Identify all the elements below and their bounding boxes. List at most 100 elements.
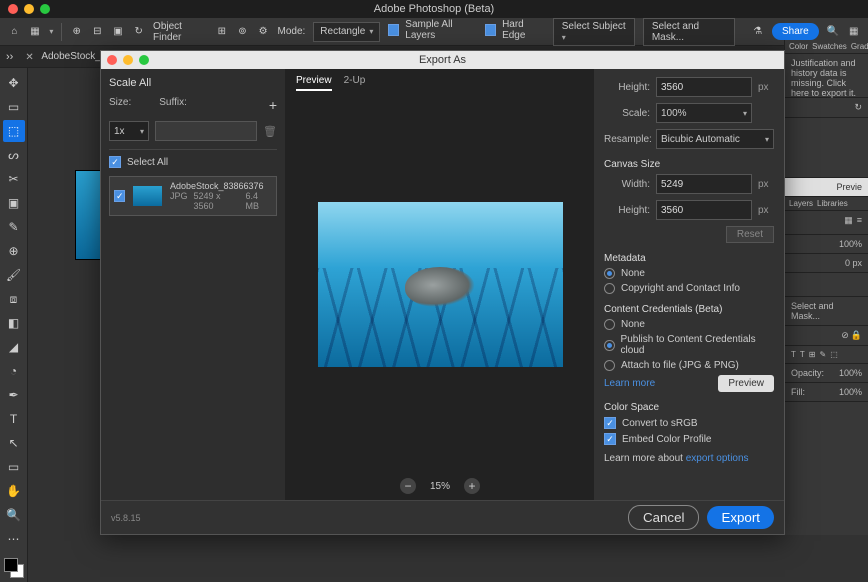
metadata-copyright-radio[interactable]: Copyright and Contact Info bbox=[604, 283, 774, 294]
chevron-down-icon: ▾ bbox=[765, 135, 769, 144]
dialog-preview-panel: Preview 2-Up − 15% + bbox=[286, 69, 594, 500]
marquee-tool-icon[interactable]: ▭ bbox=[3, 96, 25, 118]
more-tools-icon[interactable]: ⋯ bbox=[3, 528, 25, 550]
delete-size-icon[interactable]: 🗑 bbox=[263, 125, 277, 138]
resample-select[interactable]: Bicubic Automatic▾ bbox=[656, 129, 774, 149]
tab-preview[interactable]: Preview bbox=[296, 75, 332, 91]
dialog-titlebar: Export As bbox=[101, 51, 784, 69]
canvas-width-input[interactable]: 5249 bbox=[656, 174, 752, 194]
search-icon[interactable]: 🔍 bbox=[827, 25, 840, 39]
hand-tool-icon[interactable]: ✋ bbox=[3, 480, 25, 502]
reset-button[interactable]: Reset bbox=[726, 226, 774, 243]
scale-select[interactable]: 100%▾ bbox=[656, 103, 752, 123]
hard-edge-checkbox[interactable]: Hard Edge bbox=[485, 19, 545, 41]
chevron-down-icon: ▾ bbox=[743, 109, 747, 118]
close-tab-icon[interactable]: ✕ bbox=[25, 52, 35, 62]
content-credentials-heading: Content Credentials (Beta) bbox=[604, 304, 774, 315]
panel-tabs-layers[interactable]: Layers Libraries bbox=[785, 197, 868, 211]
type-tool-icon[interactable]: T bbox=[3, 408, 25, 430]
dodge-tool-icon[interactable]: ◔ bbox=[3, 360, 25, 382]
zoom-in-button[interactable]: + bbox=[464, 478, 480, 494]
refresh-icon[interactable]: ↻ bbox=[132, 25, 145, 39]
share-button[interactable]: Share bbox=[772, 23, 819, 40]
mode-select[interactable]: Rectangle▾ bbox=[313, 22, 380, 42]
zoom-tool-icon[interactable]: 🔍 bbox=[3, 504, 25, 526]
zoom-out-button[interactable]: − bbox=[400, 478, 416, 494]
subtract-icon[interactable]: ⊟ bbox=[91, 25, 104, 39]
move-tool-icon[interactable]: ✥ bbox=[3, 72, 25, 94]
select-subject-button[interactable]: Select Subject ▾ bbox=[553, 18, 635, 46]
target-icon[interactable]: ⊚ bbox=[236, 25, 249, 39]
eyedropper-tool-icon[interactable]: ✎ bbox=[3, 216, 25, 238]
color-swatches[interactable] bbox=[4, 558, 24, 578]
asset-checkbox[interactable]: ✓ bbox=[114, 190, 125, 202]
app-title: Adobe Photoshop (Beta) bbox=[0, 3, 868, 15]
select-all-checkbox[interactable]: ✓ bbox=[109, 156, 121, 168]
cc-none-radio[interactable]: None bbox=[604, 319, 774, 330]
link-icon[interactable]: ⊘ bbox=[841, 330, 849, 341]
select-mask-panel[interactable]: Select and Mask... bbox=[785, 297, 868, 326]
stamp-tool-icon[interactable]: ⧈ bbox=[3, 288, 25, 310]
export-options-link[interactable]: export options bbox=[686, 453, 749, 464]
gradient-tool-icon[interactable]: ◢ bbox=[3, 336, 25, 358]
suffix-label: Suffix: bbox=[159, 97, 187, 113]
learn-more-link[interactable]: Learn more bbox=[604, 378, 655, 389]
tool-preset-icon[interactable]: ▦ bbox=[29, 25, 42, 39]
scale-select[interactable]: 1x▾ bbox=[109, 121, 149, 141]
opacity-row[interactable]: Opacity:100% bbox=[785, 364, 868, 383]
lock-icon[interactable]: 🔒 bbox=[851, 330, 862, 341]
layers-icon[interactable]: ▣ bbox=[112, 25, 125, 39]
gear-icon[interactable]: ⚙ bbox=[257, 25, 270, 39]
grid-icon[interactable]: ▦ bbox=[844, 215, 853, 230]
canvas-height-input[interactable]: 3560 bbox=[656, 200, 752, 220]
add-icon[interactable]: ⊕ bbox=[70, 25, 83, 39]
workspace-icon[interactable]: ▦ bbox=[847, 25, 860, 39]
cc-publish-radio[interactable]: Publish to Content Credentials cloud bbox=[604, 334, 774, 356]
zoom-value[interactable]: 100% bbox=[785, 235, 868, 254]
sample-all-layers-checkbox[interactable]: Sample All Layers bbox=[388, 19, 477, 41]
object-select-tool-icon[interactable]: ⬚ bbox=[3, 120, 25, 142]
fill-row[interactable]: Fill:100% bbox=[785, 383, 868, 402]
preview-btn-panel[interactable]: Previe bbox=[785, 178, 868, 197]
cc-preview-button[interactable]: Preview bbox=[718, 375, 774, 392]
options-icon[interactable]: ⊞ bbox=[215, 25, 228, 39]
object-finder-label[interactable]: Object Finder bbox=[153, 21, 207, 43]
menu-icon[interactable]: ≡ bbox=[857, 215, 862, 230]
pen-tool-icon[interactable]: ✒ bbox=[3, 384, 25, 406]
brush-tool-icon[interactable]: 🖌 bbox=[3, 264, 25, 286]
tools-panel: ✥ ▭ ⬚ ᔕ ✂ ▣ ✎ ⊕ 🖌 ⧈ ◧ ◢ ◔ ✒ T ↖ ▭ ✋ 🔍 ⋯ bbox=[0, 68, 28, 582]
height-label: Height: bbox=[604, 82, 650, 93]
export-button[interactable]: Export bbox=[707, 506, 774, 529]
healing-tool-icon[interactable]: ⊕ bbox=[3, 240, 25, 262]
suffix-input[interactable] bbox=[155, 121, 257, 141]
embed-profile-checkbox[interactable]: ✓Embed Color Profile bbox=[604, 433, 774, 445]
height-input[interactable]: 3560 bbox=[656, 77, 752, 97]
cc-attach-radio[interactable]: Attach to file (JPG & PNG) bbox=[604, 360, 774, 371]
reload-icon[interactable]: ↻ bbox=[854, 102, 862, 112]
size-label: Size: bbox=[109, 97, 131, 113]
convert-srgb-checkbox[interactable]: ✓Convert to sRGB bbox=[604, 417, 774, 429]
lasso-tool-icon[interactable]: ᔕ bbox=[3, 144, 25, 166]
chevron-right-icon[interactable]: ›› bbox=[6, 51, 13, 63]
foreground-color-swatch[interactable] bbox=[4, 558, 18, 572]
divider bbox=[61, 23, 62, 41]
asset-row[interactable]: ✓ AdobeStock_83866376 JPG 5249 x 3560 6.… bbox=[109, 176, 277, 216]
px-value[interactable]: 0 px bbox=[785, 254, 868, 273]
crop-tool-icon[interactable]: ✂ bbox=[3, 168, 25, 190]
select-and-mask-button[interactable]: Select and Mask... bbox=[643, 18, 736, 46]
eraser-tool-icon[interactable]: ◧ bbox=[3, 312, 25, 334]
chevron-down-icon[interactable]: ▾ bbox=[49, 27, 53, 36]
zoom-level[interactable]: 15% bbox=[430, 481, 450, 492]
frame-tool-icon[interactable]: ▣ bbox=[3, 192, 25, 214]
preview-area[interactable] bbox=[286, 97, 594, 472]
panel-tabs-color[interactable]: Color Swatches Gradients Patterns bbox=[785, 40, 868, 54]
cancel-button[interactable]: Cancel bbox=[628, 505, 700, 530]
tab-2up[interactable]: 2-Up bbox=[344, 75, 366, 91]
path-tool-icon[interactable]: ↖ bbox=[3, 432, 25, 454]
home-icon[interactable]: ⌂ bbox=[8, 25, 21, 39]
shape-tool-icon[interactable]: ▭ bbox=[3, 456, 25, 478]
add-size-button[interactable]: + bbox=[269, 97, 277, 113]
scale-value: 1x bbox=[114, 126, 125, 137]
beaker-icon[interactable]: ⚗ bbox=[751, 25, 764, 39]
metadata-none-radio[interactable]: None bbox=[604, 268, 774, 279]
